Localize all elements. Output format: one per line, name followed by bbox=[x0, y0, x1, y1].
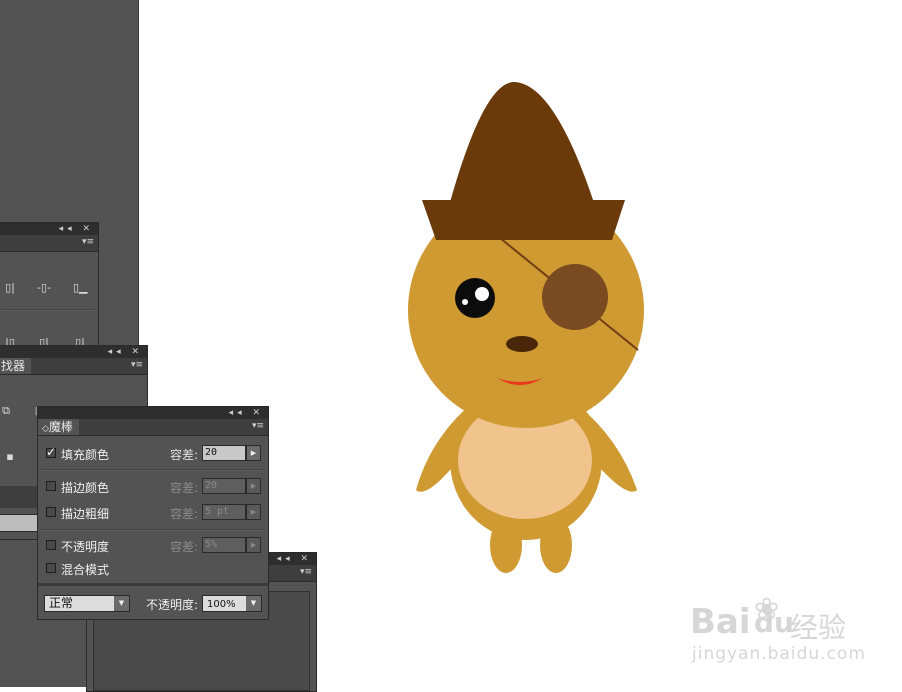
watermark-url: jingyan.baidu.com bbox=[692, 644, 866, 664]
eyepatch bbox=[542, 264, 608, 330]
watermark-logo-text2: du bbox=[754, 606, 794, 639]
blend-mode-label: 混合模式 bbox=[61, 563, 110, 577]
stroke-weight-checkbox[interactable] bbox=[46, 507, 56, 517]
fill-color-checkbox[interactable] bbox=[46, 445, 56, 459]
align-vertical-center-icon[interactable]: -▯- bbox=[37, 281, 51, 295]
weight-tolerance-label: 容差: bbox=[170, 507, 199, 521]
opacity-checkbox[interactable] bbox=[46, 540, 56, 550]
opacity-tolerance-arrow-icon[interactable]: ▶ bbox=[246, 537, 261, 553]
blend-mode-checkbox[interactable] bbox=[46, 563, 56, 573]
shape-mode-icon[interactable]: ⧉ bbox=[0, 404, 13, 418]
panel-controls-icon[interactable]: ◂◂ ✕ bbox=[229, 407, 264, 419]
stroke-color-label: 描边颜色 bbox=[61, 481, 110, 495]
tab-expand-icon: ◇ bbox=[42, 424, 49, 434]
fill-tolerance-input[interactable]: 20 bbox=[202, 445, 246, 461]
option-opacity: 不透明度 容差: 5% ▶ bbox=[38, 535, 268, 557]
fill-tolerance-label: 容差: bbox=[170, 448, 199, 462]
opacity-tolerance-input[interactable]: 5% bbox=[202, 537, 246, 553]
panel-controls-icon[interactable]: ◂◂ ✕ bbox=[277, 553, 312, 565]
opacity-select[interactable]: 100% ▼ bbox=[202, 595, 262, 612]
magic-wand-panel: ◂◂ ✕ ◇魔棒 ▾≡ 填充颜色 容差: 20 ▶ 描边颜色 容差: 20 ▶ … bbox=[37, 406, 269, 620]
panel-menu-icon[interactable]: ▾≡ bbox=[82, 237, 94, 247]
option-blend-mode: 混合模式 bbox=[38, 558, 268, 580]
watermark-cn-text: 经验 bbox=[790, 611, 847, 644]
opacity-select-value: 100% bbox=[207, 599, 236, 610]
blend-mode-select[interactable]: 正常 ▼ bbox=[44, 595, 130, 612]
align-panel: ◂◂ ✕ ▾≡ ▯| -▯- ▯▁ |▯ ▯|▯ ▯| bbox=[0, 222, 99, 363]
panel-controls-icon[interactable]: ◂◂ ✕ bbox=[108, 346, 143, 358]
nose bbox=[506, 336, 538, 352]
fill-color-label: 填充颜色 bbox=[61, 448, 110, 462]
magic-wand-tabbar: ◇魔棒 ▾≡ bbox=[38, 419, 268, 436]
pathfinder-tabbar: 找器 ▾≡ bbox=[0, 358, 147, 375]
stroke-weight-label: 描边粗细 bbox=[61, 507, 110, 521]
pathfinder-tab[interactable]: 找器 bbox=[0, 358, 32, 374]
stroke-color-checkbox[interactable] bbox=[46, 481, 56, 491]
weight-tolerance-arrow-icon[interactable]: ▶ bbox=[246, 504, 261, 520]
eye-highlight-large bbox=[475, 287, 489, 301]
panel-menu-icon[interactable]: ▾≡ bbox=[300, 567, 312, 577]
pathfinder-titlebar[interactable]: ◂◂ ✕ bbox=[0, 346, 147, 358]
opacity-field-label: 不透明度: bbox=[146, 598, 199, 612]
align-bottom-icon[interactable]: ▯▁ bbox=[73, 281, 88, 295]
magic-wand-tab-label: 魔棒 bbox=[48, 420, 73, 434]
panel-footer-divider bbox=[38, 583, 268, 586]
watermark-logo-text: Bai bbox=[690, 602, 751, 642]
align-panel-tabbar: ▾≡ bbox=[0, 235, 98, 252]
align-right-icon[interactable]: ▯| bbox=[3, 281, 17, 295]
chevron-down-icon: ▼ bbox=[114, 596, 129, 611]
blend-mode-value: 正常 bbox=[49, 596, 74, 610]
hat-brim bbox=[422, 200, 625, 240]
align-panel-titlebar[interactable]: ◂◂ ✕ bbox=[0, 223, 98, 235]
eye bbox=[455, 278, 495, 318]
fill-tolerance-arrow-icon[interactable]: ▶ bbox=[246, 445, 261, 461]
pathfinder-divide-icon[interactable]: ▪ bbox=[3, 450, 17, 464]
panel-menu-icon[interactable]: ▾≡ bbox=[131, 360, 143, 370]
stroke-tolerance-label: 容差: bbox=[170, 481, 199, 495]
option-stroke-color: 描边颜色 容差: 20 ▶ bbox=[38, 476, 268, 498]
eye-highlight-small bbox=[462, 299, 468, 305]
stroke-tolerance-arrow-icon[interactable]: ▶ bbox=[246, 478, 261, 494]
magic-wand-tab[interactable]: ◇魔棒 bbox=[38, 419, 79, 435]
panel-controls-icon[interactable]: ◂◂ ✕ bbox=[59, 223, 94, 235]
magic-wand-titlebar[interactable]: ◂◂ ✕ bbox=[38, 407, 268, 419]
stroke-tolerance-input[interactable]: 20 bbox=[202, 478, 246, 494]
baidu-watermark: Bai ❀ du 经验 jingyan.baidu.com bbox=[690, 592, 902, 672]
opacity-tolerance-label: 容差: bbox=[170, 540, 199, 554]
weight-tolerance-input[interactable]: 5 pt bbox=[202, 504, 246, 520]
option-fill-color: 填充颜色 容差: 20 ▶ bbox=[38, 443, 268, 465]
opacity-label: 不透明度 bbox=[61, 540, 110, 554]
panel-menu-icon[interactable]: ▾≡ bbox=[252, 421, 264, 431]
chevron-down-icon: ▼ bbox=[246, 596, 261, 611]
option-stroke-weight: 描边粗细 容差: 5 pt ▶ bbox=[38, 502, 268, 524]
